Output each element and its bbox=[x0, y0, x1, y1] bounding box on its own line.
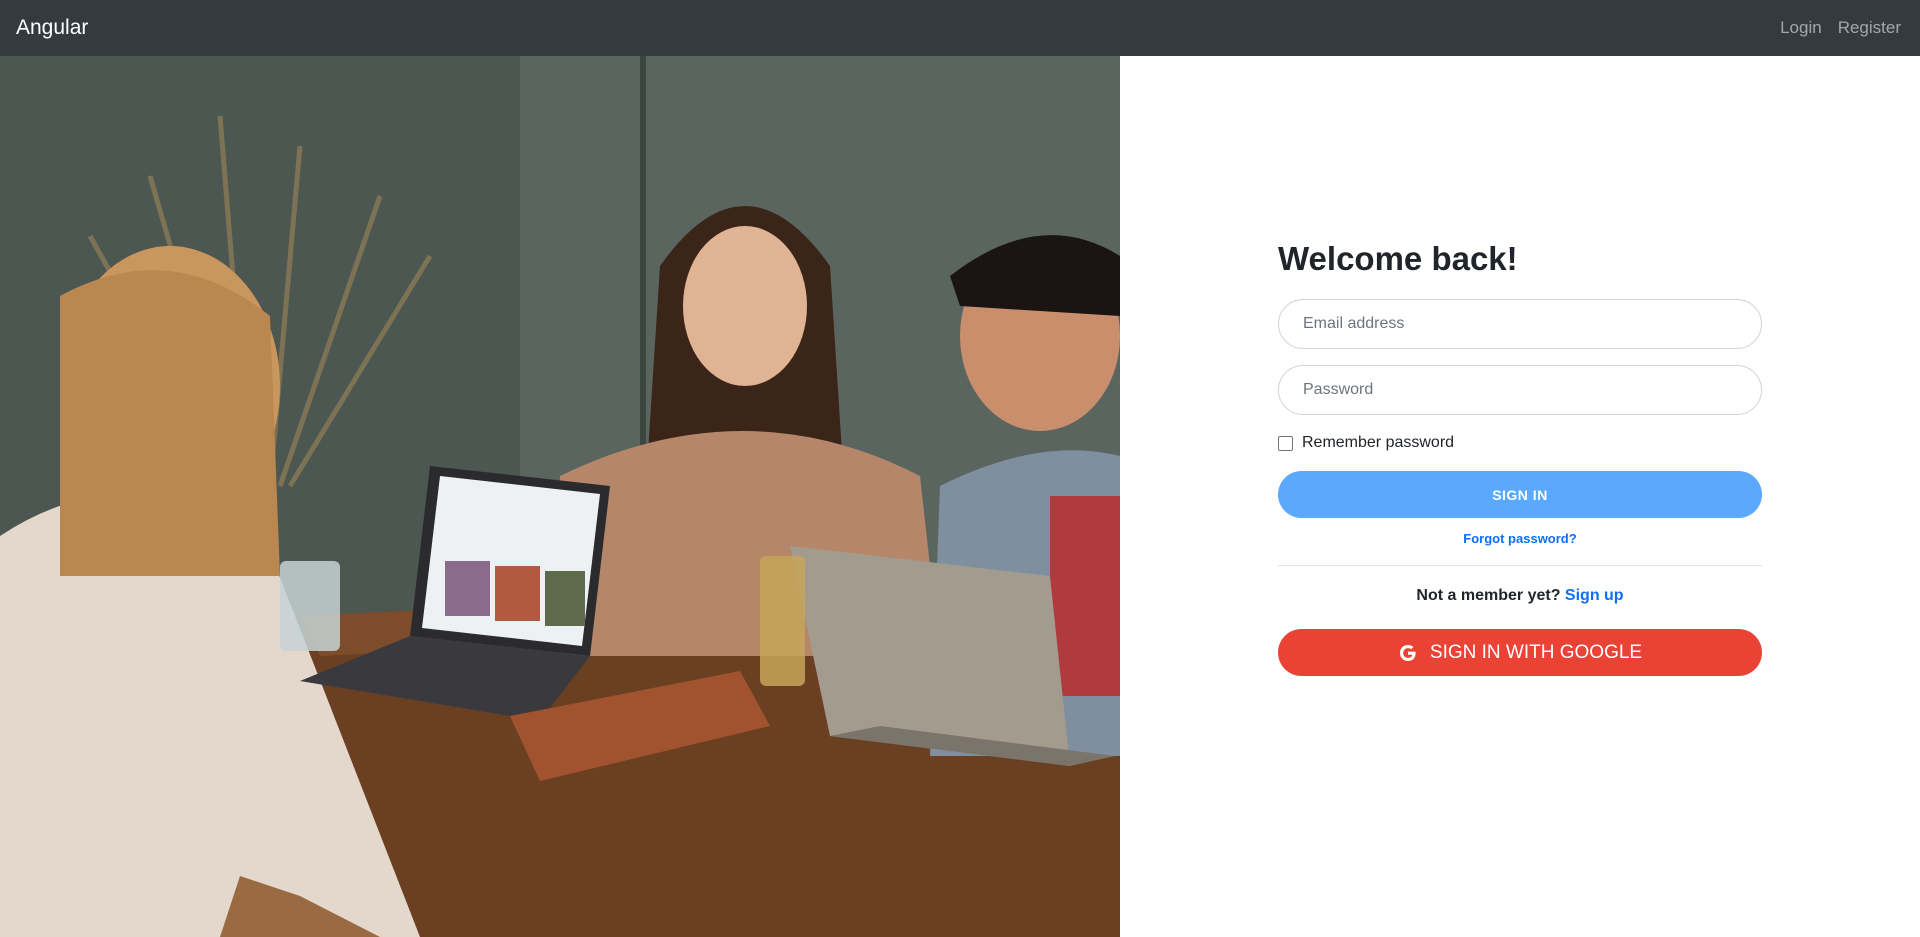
login-form: Welcome back! Remember password SIGN IN … bbox=[1278, 240, 1762, 676]
page-title: Welcome back! bbox=[1278, 240, 1518, 277]
password-field[interactable] bbox=[1278, 365, 1762, 415]
login-panel: Welcome back! Remember password SIGN IN … bbox=[1120, 56, 1920, 937]
sign-up-link[interactable]: Sign up bbox=[1565, 587, 1624, 604]
not-member-text: Not a member yet? bbox=[1416, 587, 1561, 604]
nav-login-link[interactable]: Login bbox=[1780, 18, 1822, 38]
google-sign-in-label: SIGN IN WITH GOOGLE bbox=[1429, 641, 1643, 663]
hero-image bbox=[0, 56, 1120, 937]
signup-prompt: Not a member yet? Sign up bbox=[1278, 587, 1762, 605]
hero-photo bbox=[0, 56, 1120, 937]
email-field[interactable] bbox=[1278, 299, 1762, 349]
sign-in-button[interactable]: SIGN IN bbox=[1278, 471, 1762, 518]
navbar-brand[interactable]: Angular bbox=[16, 16, 88, 40]
nav-register-link[interactable]: Register bbox=[1838, 18, 1901, 38]
remember-password-checkbox[interactable] bbox=[1278, 435, 1293, 451]
google-g-icon bbox=[1398, 643, 1418, 663]
remember-password-row: Remember password bbox=[1278, 431, 1762, 455]
divider bbox=[1278, 565, 1762, 566]
nav-links: Login Register bbox=[1780, 18, 1901, 38]
forgot-password-link[interactable]: Forgot password? bbox=[1278, 531, 1762, 546]
top-navbar: Angular Login Register bbox=[0, 0, 1920, 56]
google-sign-in-button[interactable]: SIGN IN WITH GOOGLE bbox=[1278, 629, 1762, 676]
remember-password-label[interactable]: Remember password bbox=[1302, 434, 1454, 452]
